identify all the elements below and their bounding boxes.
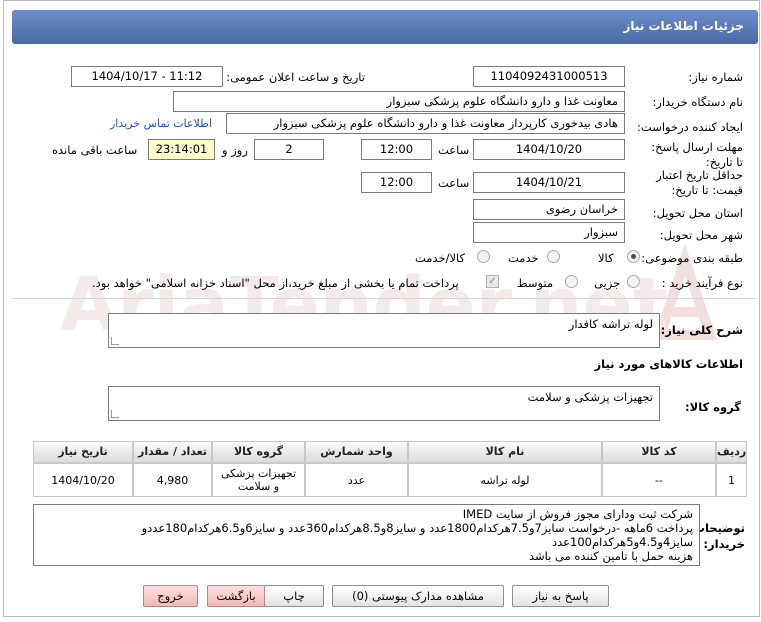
category-radio-goods[interactable] xyxy=(627,250,640,263)
buyer-org-field[interactable]: معاونت غذا و دارو دانشگاه علوم پزشکی سبز… xyxy=(173,91,625,112)
buyer-notes-line: هزینه حمل با تامین کننده می باشد xyxy=(528,549,693,563)
view-documents-button[interactable]: مشاهده مدارک پیوستی (0) xyxy=(332,585,504,607)
category-radio-both[interactable] xyxy=(477,250,490,263)
goods-group-textarea[interactable]: تجهیزات پزشکی و سلامت xyxy=(108,386,660,421)
category-radio-service[interactable] xyxy=(547,250,560,263)
goods-group-text: تجهیزات پزشکی و سلامت xyxy=(527,390,653,404)
announce-label: تاریخ و ساعت اعلان عمومی: xyxy=(226,70,365,84)
days-field[interactable]: 2 xyxy=(254,139,324,160)
back-button[interactable]: بازگشت xyxy=(207,585,265,607)
col-header-row-number: ردیف xyxy=(716,441,747,463)
col-header-unit: واحد شمارش xyxy=(305,441,408,463)
table-cell-need-date: 1404/10/20 xyxy=(33,463,133,497)
announce-field[interactable]: 1404/10/17 - 11:12 xyxy=(71,66,223,87)
table-cell-quantity: 4,980 xyxy=(133,463,212,497)
category-label: طبقه بندی موضوعی: xyxy=(641,251,743,265)
province-label: استان محل تحویل: xyxy=(652,206,743,220)
validity-label-2: قیمت: تا تاریخ: xyxy=(671,183,743,197)
deadline-time-field[interactable]: 12:00 xyxy=(361,139,432,160)
treasury-checkbox[interactable]: ✓ xyxy=(486,275,499,288)
validity-label-1: حداقل تاریخ اعتبار xyxy=(656,168,743,182)
reply-button[interactable]: پاسخ به نیاز xyxy=(512,585,609,607)
buyer-notes-textarea[interactable]: شرکت ثبت ودارای مجوز فروش از سایت IMED پ… xyxy=(33,504,700,566)
goods-info-title: اطلاعات کالاهای مورد نیاز xyxy=(594,357,743,371)
contact-buyer-link[interactable]: اطلاعات تماس خریدار xyxy=(110,117,212,130)
category-option-both: کالا/خدمت xyxy=(415,251,466,265)
process-label: نوع فرآیند خرید : xyxy=(661,276,743,290)
buyer-notes-line: پرداخت 6ماهه -درخواست سایز7و7.5هرکدام180… xyxy=(141,521,693,535)
general-desc-label: شرح کلی نیاز: xyxy=(660,323,743,337)
process-radio-medium[interactable] xyxy=(565,275,578,288)
deadline-date-field[interactable]: 1404/10/20 xyxy=(473,139,625,160)
province-field[interactable]: خراسان رضوی xyxy=(473,199,625,220)
divider xyxy=(12,298,757,299)
need-number-field[interactable]: 1104092431000513 xyxy=(473,66,625,87)
page-title: جزئیات اطلاعات نیاز xyxy=(623,19,744,33)
resize-grip-icon[interactable] xyxy=(111,337,119,345)
deadline-label: مهلت ارسال پاسخ: تا تاریخ: xyxy=(651,140,743,169)
validity-time-label: ساعت xyxy=(438,176,470,190)
remaining-label: ساعت باقی مانده xyxy=(52,143,138,157)
city-field[interactable]: سبزوار xyxy=(473,222,625,243)
category-option-goods: کالا xyxy=(598,251,614,265)
process-radio-minor[interactable] xyxy=(627,275,640,288)
buyer-notes-line: سایز4و4.5و5هرکدام100عدد xyxy=(552,535,693,549)
days-label: روز و xyxy=(222,143,248,157)
process-option-medium: متوسط xyxy=(517,276,554,290)
validity-date-field[interactable]: 1404/10/21 xyxy=(473,172,625,193)
buyer-notes-label-2: خریدار: xyxy=(703,537,745,551)
col-header-goods-group: گروه کالا xyxy=(212,441,305,463)
table-cell-goods-group: تجهیزات پزشکی و سلامت xyxy=(212,463,305,497)
general-desc-text: لوله تراشه کافدار xyxy=(568,317,653,331)
col-header-goods-name: نام کالا xyxy=(408,441,602,463)
buyer-notes-label-1: توضیحات xyxy=(693,521,746,535)
category-option-service: خدمت xyxy=(508,251,539,265)
remaining-time-field: 23:14:01 xyxy=(148,139,215,160)
col-header-goods-code: کد کالا xyxy=(602,441,716,463)
creator-field[interactable]: هادی بیدخوری کارپرداز معاونت غذا و دارو … xyxy=(226,113,625,134)
print-button[interactable]: چاپ xyxy=(264,585,324,607)
goods-group-label: گروه کالا: xyxy=(685,400,741,414)
process-option-minor: جزیی xyxy=(594,276,621,290)
city-label: شهر محل تحویل: xyxy=(659,228,743,242)
col-header-need-date: تاریخ نیاز xyxy=(33,441,133,463)
buyer-notes-line: شرکت ثبت ودارای مجوز فروش از سایت IMED xyxy=(462,507,693,521)
creator-label: ایجاد کننده درخواست: xyxy=(637,120,743,134)
payment-note: پرداخت تمام یا بخشی از مبلغ خرید،از محل … xyxy=(92,276,459,290)
table-cell-row-number: 1 xyxy=(716,463,747,497)
validity-time-field[interactable]: 12:00 xyxy=(361,172,432,193)
title-bar: جزئیات اطلاعات نیاز xyxy=(12,10,758,44)
general-desc-textarea[interactable]: لوله تراشه کافدار xyxy=(108,313,660,348)
table-cell-goods-code: -- xyxy=(602,463,716,497)
exit-button[interactable]: خروج xyxy=(143,585,198,607)
buyer-org-label: نام دستگاه خریدار: xyxy=(652,95,743,109)
resize-grip-icon[interactable] xyxy=(111,410,119,418)
table-cell-unit: عدد xyxy=(305,463,408,497)
col-header-quantity: تعداد / مقدار xyxy=(133,441,212,463)
deadline-time-label: ساعت xyxy=(438,143,470,157)
table-cell-goods-name: لوله تراشه xyxy=(408,463,602,497)
need-number-label: شماره نیاز: xyxy=(688,70,743,84)
